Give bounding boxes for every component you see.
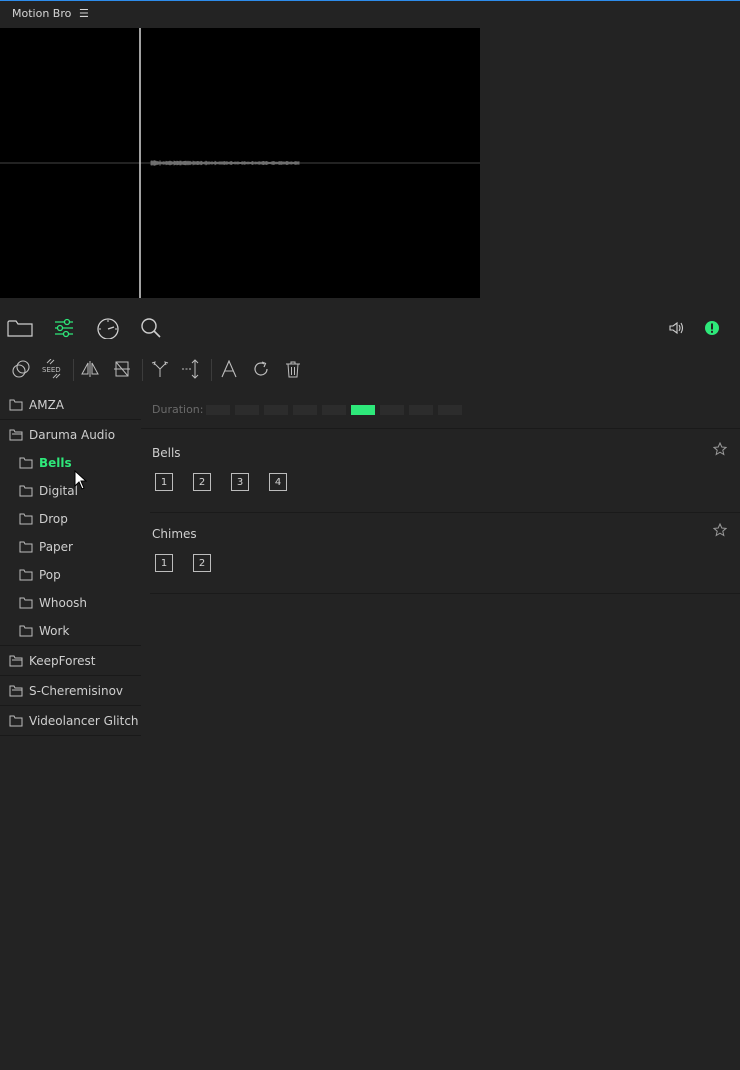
volume-icon (669, 321, 684, 335)
star-icon[interactable] (713, 523, 727, 537)
tree-item-pop[interactable]: Pop (0, 561, 141, 589)
duration-segment-5[interactable] (322, 405, 346, 415)
tree-item-drop[interactable]: Drop (0, 505, 141, 533)
tree-item-digital[interactable]: Digital (0, 477, 141, 505)
folder-icon (19, 541, 33, 553)
preset-button-2[interactable]: 2 (193, 554, 211, 572)
folder-icon (7, 320, 33, 337)
tree-item-s-cheremisinov[interactable]: S-Cheremisinov (0, 676, 141, 706)
preset-button-4[interactable]: 4 (269, 473, 287, 491)
duration-label: Duration: (152, 403, 204, 416)
folder-open-icon (9, 655, 23, 666)
folder-icon (19, 569, 33, 581)
duration-segment-2[interactable] (235, 405, 259, 415)
group-title: Chimes (152, 527, 197, 541)
mouse-cursor-icon (74, 470, 88, 490)
tree-item-amza[interactable]: AMZA (0, 390, 141, 420)
duration-segment-6[interactable] (351, 405, 375, 415)
toolbar-separator (73, 359, 74, 381)
seed-button[interactable]: SEED (40, 352, 66, 386)
preset-button-2[interactable]: 2 (193, 473, 211, 491)
duration-segment-4[interactable] (293, 405, 317, 415)
alert-button[interactable] (697, 310, 727, 346)
panel-titlebar: Motion Bro ☰ (0, 1, 740, 28)
duration-segment-1[interactable] (206, 405, 230, 415)
duration-selector: Duration: (141, 400, 740, 420)
gauge-icon (97, 318, 119, 339)
folder-open-icon (9, 685, 23, 696)
duration-segment-7[interactable] (380, 405, 404, 415)
tools-toolbar: SEED (0, 352, 740, 386)
sliders-icon (55, 318, 73, 338)
toolbar-separator (211, 359, 212, 381)
flip-vertical-button[interactable] (109, 352, 135, 386)
search-icon (141, 318, 161, 338)
search-button[interactable] (136, 310, 166, 346)
audio-preview[interactable] (0, 28, 480, 298)
performance-button[interactable] (93, 310, 123, 346)
refresh-button[interactable] (248, 352, 274, 386)
folder-icon (9, 715, 23, 726)
overlay-button[interactable] (8, 352, 34, 386)
svg-text:SEED: SEED (42, 366, 61, 374)
duration-segment-3[interactable] (264, 405, 288, 415)
waveform (0, 28, 480, 298)
panel-title: Motion Bro (12, 7, 72, 20)
tree-item-daruma-audio[interactable]: Daruma Audio (0, 420, 141, 449)
duration-segment-8[interactable] (409, 405, 433, 415)
folder-icon (19, 485, 33, 497)
alert-icon (705, 321, 719, 335)
folder-icon (19, 513, 33, 525)
volume-button[interactable] (662, 310, 692, 346)
toolbar-separator (142, 359, 143, 381)
divider (141, 428, 740, 429)
folder-open-icon (9, 429, 23, 440)
tree-item-keepforest[interactable]: KeepForest (0, 646, 141, 676)
preset-button-1[interactable]: 1 (155, 554, 173, 572)
folder-icon (9, 399, 23, 410)
tree-item-paper[interactable]: Paper (0, 533, 141, 561)
seed-icon: SEED (42, 359, 61, 379)
folder-icon (19, 457, 33, 469)
folder-icon (19, 625, 33, 637)
settings-button[interactable] (49, 310, 79, 346)
preset-button-1[interactable]: 1 (155, 473, 173, 491)
flip-vertical-icon (114, 361, 130, 377)
preset-button-3[interactable]: 3 (231, 473, 249, 491)
divider (150, 512, 740, 513)
split-icon (151, 361, 169, 377)
menu-icon[interactable]: ☰ (79, 7, 89, 20)
split-button[interactable] (147, 352, 173, 386)
star-icon[interactable] (713, 442, 727, 456)
overlay-icon (12, 360, 30, 378)
distribute-button[interactable] (178, 352, 204, 386)
duration-segment-9[interactable] (438, 405, 462, 415)
trash-icon (286, 361, 300, 378)
distribute-icon (182, 359, 199, 379)
group-title: Bells (152, 446, 181, 460)
tree-item-whoosh[interactable]: Whoosh (0, 589, 141, 617)
text-icon (221, 360, 237, 378)
flip-horizontal-button[interactable] (77, 352, 103, 386)
flip-horizontal-icon (81, 361, 99, 377)
refresh-icon (254, 361, 268, 376)
browse-button[interactable] (5, 310, 35, 346)
folder-icon (19, 597, 33, 609)
folder-tree: AMZA Daruma Audio Bells Digital Drop Pap… (0, 390, 141, 736)
text-button[interactable] (216, 352, 242, 386)
divider (150, 593, 740, 594)
delete-button[interactable] (280, 352, 306, 386)
main-toolbar (0, 310, 740, 346)
tree-item-bells[interactable]: Bells (0, 449, 141, 477)
tree-item-work[interactable]: Work (0, 617, 141, 646)
tree-item-videolancer-glitch[interactable]: Videolancer Glitch (0, 706, 141, 736)
